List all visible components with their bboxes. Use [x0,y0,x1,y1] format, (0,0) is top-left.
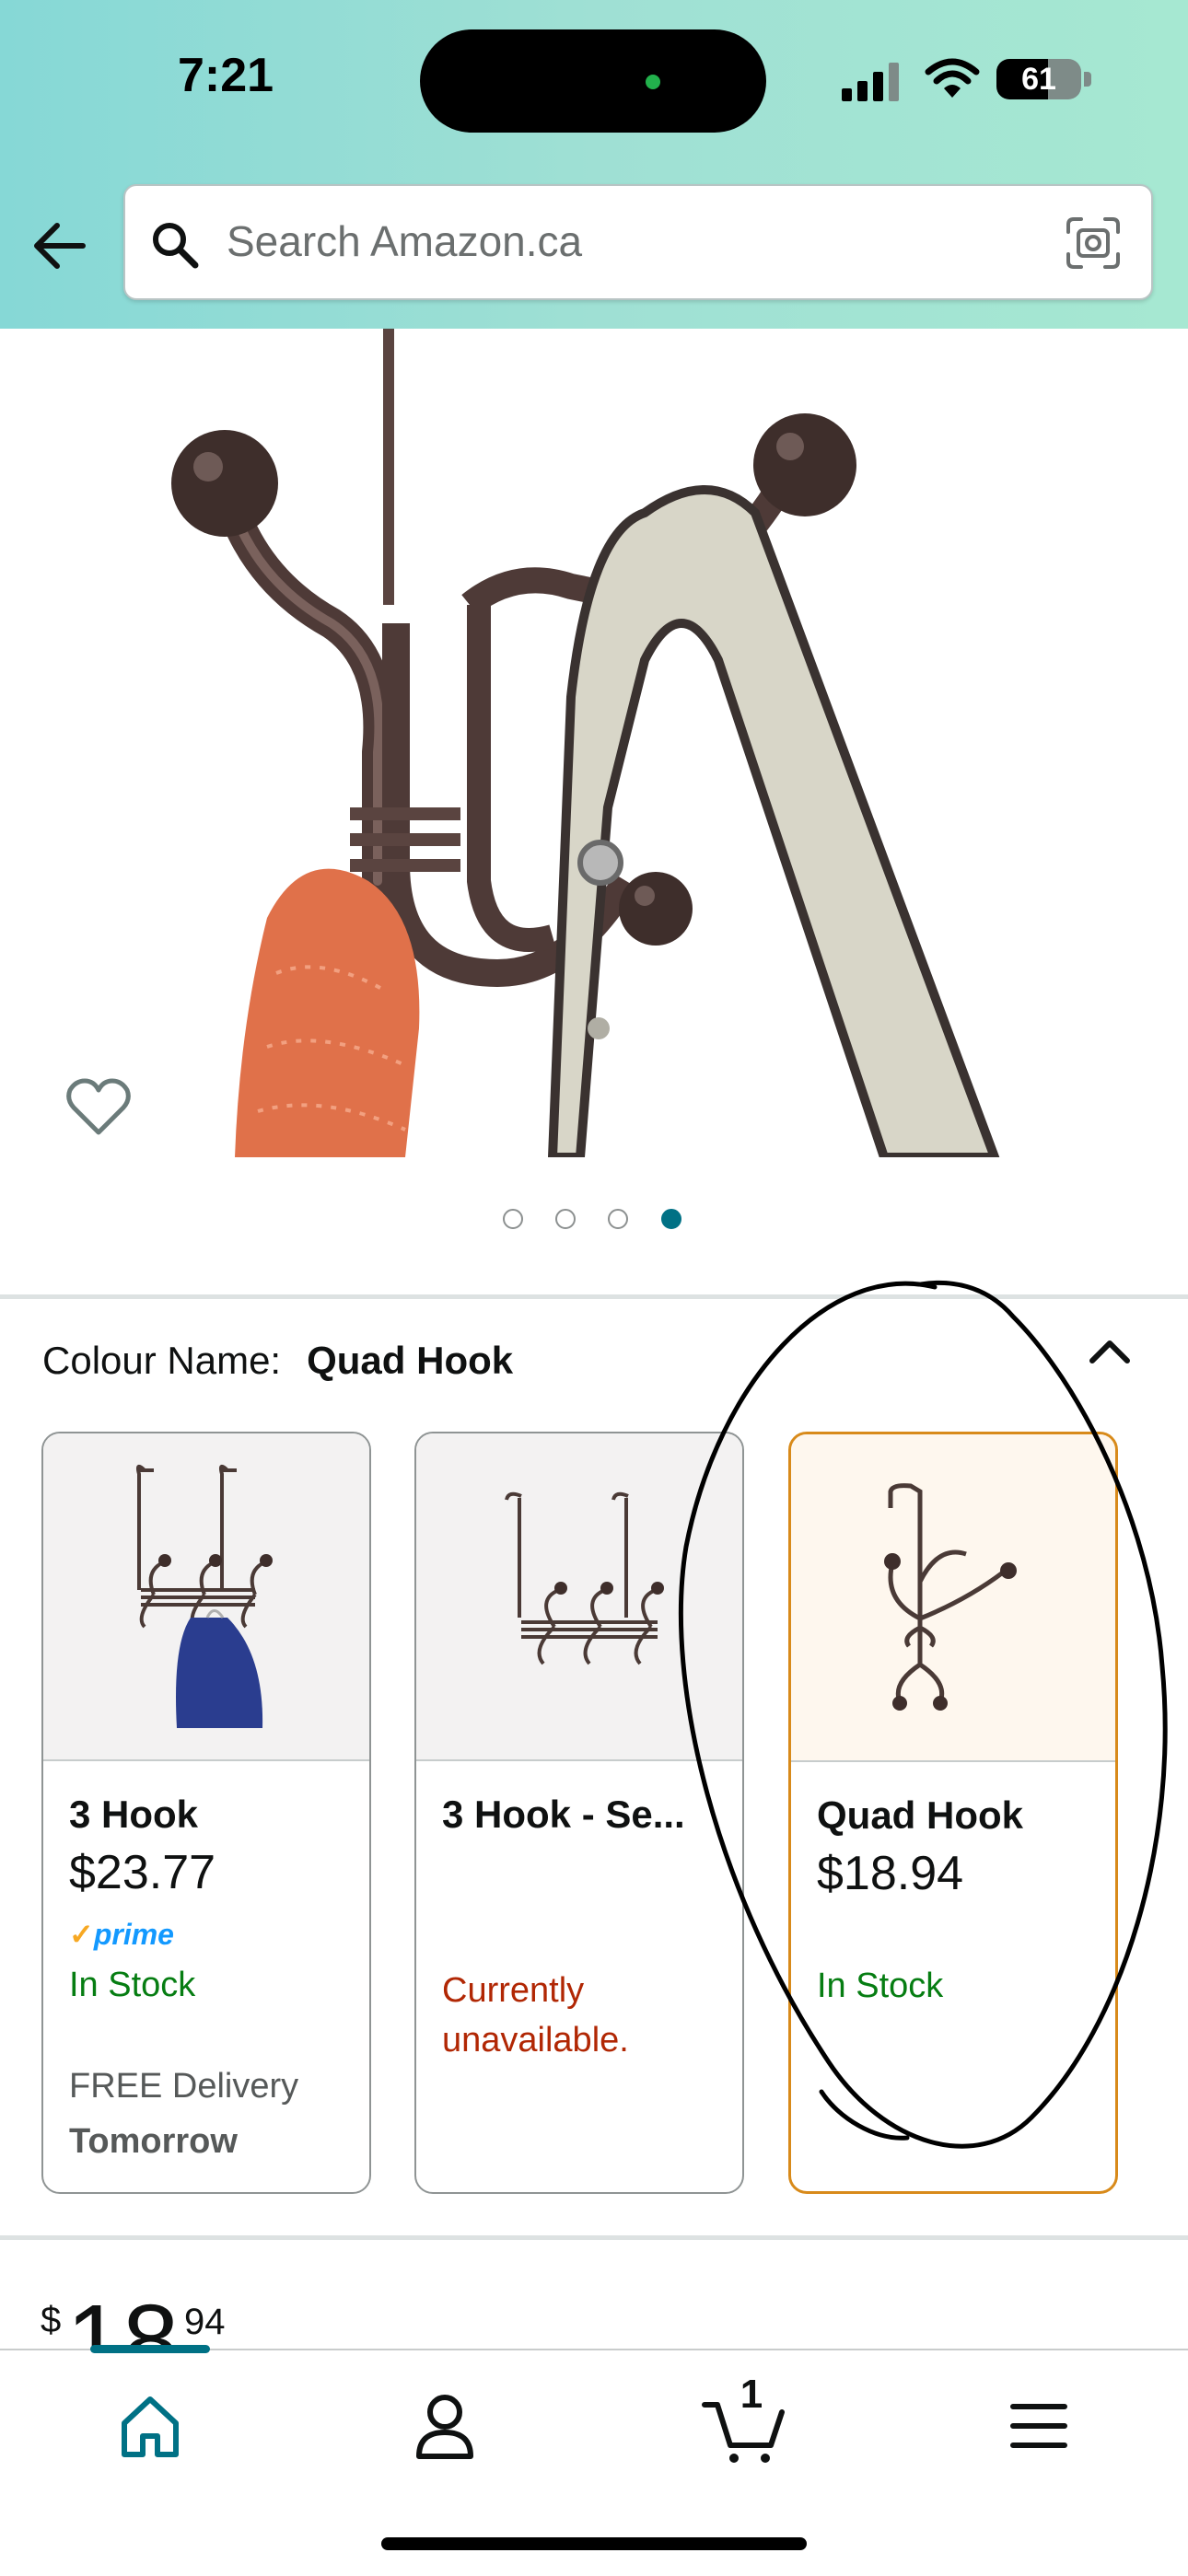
carousel-dot-active[interactable] [661,1209,681,1229]
home-icon[interactable] [104,2385,196,2467]
variant-card-3-hook[interactable]: 3 Hook $23.77 ✓prime In Stock FREE Deliv… [41,1432,371,2194]
camera-indicator-dot [646,75,660,89]
variant-name: 3 Hook [69,1793,199,1836]
product-image[interactable] [0,329,1188,1157]
variant-availability: In Stock [817,1967,944,2005]
price-fraction: 94 [184,2302,226,2342]
wifi-icon [925,58,980,98]
variant-price: $23.77 [69,1846,216,1899]
variant-delivery-day: Tomorrow [69,2122,238,2161]
section-divider [0,2235,1188,2240]
battery-cap [1084,72,1091,87]
prime-label: prime [93,1918,174,1951]
variant-card-quad-hook[interactable]: Quad Hook $18.94 In Stock [788,1432,1118,2194]
home-indicator [381,2537,807,2550]
status-time: 7:21 [177,49,274,102]
variant-image [791,1434,1115,1762]
price-whole: 18 [66,2284,180,2349]
variant-card-3-hook-set[interactable]: 3 Hook - Se... Currently unavailable. [414,1432,744,2194]
carousel-dot[interactable] [503,1209,523,1229]
section-divider [0,1294,1188,1299]
variant-name: Quad Hook [817,1793,1024,1837]
cell-signal-icon [842,63,899,101]
hamburger-menu-icon[interactable] [993,2385,1085,2467]
product-price: $ 18 94 [41,2274,409,2349]
nav-active-indicator [90,2345,210,2353]
image-carousel-dots [0,1209,1188,1235]
camera-scan-icon[interactable] [1065,215,1122,271]
colour-selected-value: Quad Hook [307,1339,514,1382]
variant-delivery: FREE Delivery [69,2067,299,2106]
product-photo-hook [171,329,1000,1157]
colour-label-text: Colour Name: [42,1339,282,1382]
chevron-up-icon[interactable] [1087,1333,1133,1370]
heart-icon[interactable] [64,1077,133,1138]
variant-name: 3 Hook - Se... [442,1793,685,1836]
cart-count-badge: 1 [740,2372,763,2417]
colour-name-label: Colour Name: Quad Hook [42,1337,513,1385]
price-currency-symbol: $ [41,2300,62,2340]
search-input[interactable]: Search Amazon.ca [123,184,1153,300]
variant-image [43,1433,369,1761]
variant-price: $18.94 [817,1847,964,1900]
battery-level: 61 [1021,62,1056,97]
person-icon[interactable] [399,2385,491,2467]
variant-availability: In Stock [69,1966,196,2004]
carousel-dot[interactable] [608,1209,628,1229]
search-placeholder: Search Amazon.ca [227,217,583,265]
search-icon [153,223,199,269]
arrow-left-icon[interactable] [28,207,96,284]
variant-image [416,1433,742,1761]
dynamic-island [420,29,766,133]
carousel-dot[interactable] [555,1209,576,1229]
variant-availability: Currently unavailable. [442,1971,629,2060]
prime-badge: ✓prime [69,1918,174,1951]
